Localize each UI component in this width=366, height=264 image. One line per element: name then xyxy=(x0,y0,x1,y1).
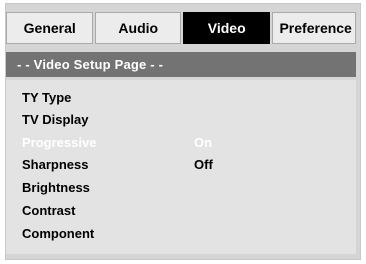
menu-item-label: Component xyxy=(22,225,95,241)
menu-item-value: On xyxy=(194,134,213,150)
menu-item-label: Sharpness xyxy=(22,156,89,172)
menu-item-label: Progressive xyxy=(22,134,97,150)
tab-general[interactable]: General xyxy=(6,12,94,44)
menu-item-value: Off xyxy=(194,156,213,172)
tab-bar: General Audio Video Preference xyxy=(6,12,357,44)
menu-item-label: TV Display xyxy=(22,111,89,127)
tab-preference[interactable]: Preference xyxy=(272,12,357,44)
menu-item-component[interactable]: Component xyxy=(22,222,342,244)
page-title: - - Video Setup Page - - xyxy=(6,52,356,77)
menu-item-tv-display[interactable]: TV Display xyxy=(22,108,342,130)
tab-video[interactable]: Video xyxy=(182,12,271,44)
menu-item-contrast[interactable]: Contrast xyxy=(22,199,342,221)
menu-item-brightness[interactable]: Brightness xyxy=(22,176,342,198)
settings-panel: TY Type TV Display Progressive On Sharpn… xyxy=(6,80,356,254)
tab-audio[interactable]: Audio xyxy=(95,12,181,44)
menu-item-ty-type[interactable]: TY Type xyxy=(22,86,342,108)
menu-item-progressive[interactable]: Progressive On xyxy=(22,131,342,153)
menu-item-label: Brightness xyxy=(22,179,90,195)
menu-item-label: TY Type xyxy=(22,89,72,105)
menu-item-label: Contrast xyxy=(22,202,76,218)
menu-item-sharpness[interactable]: Sharpness Off xyxy=(22,153,342,175)
